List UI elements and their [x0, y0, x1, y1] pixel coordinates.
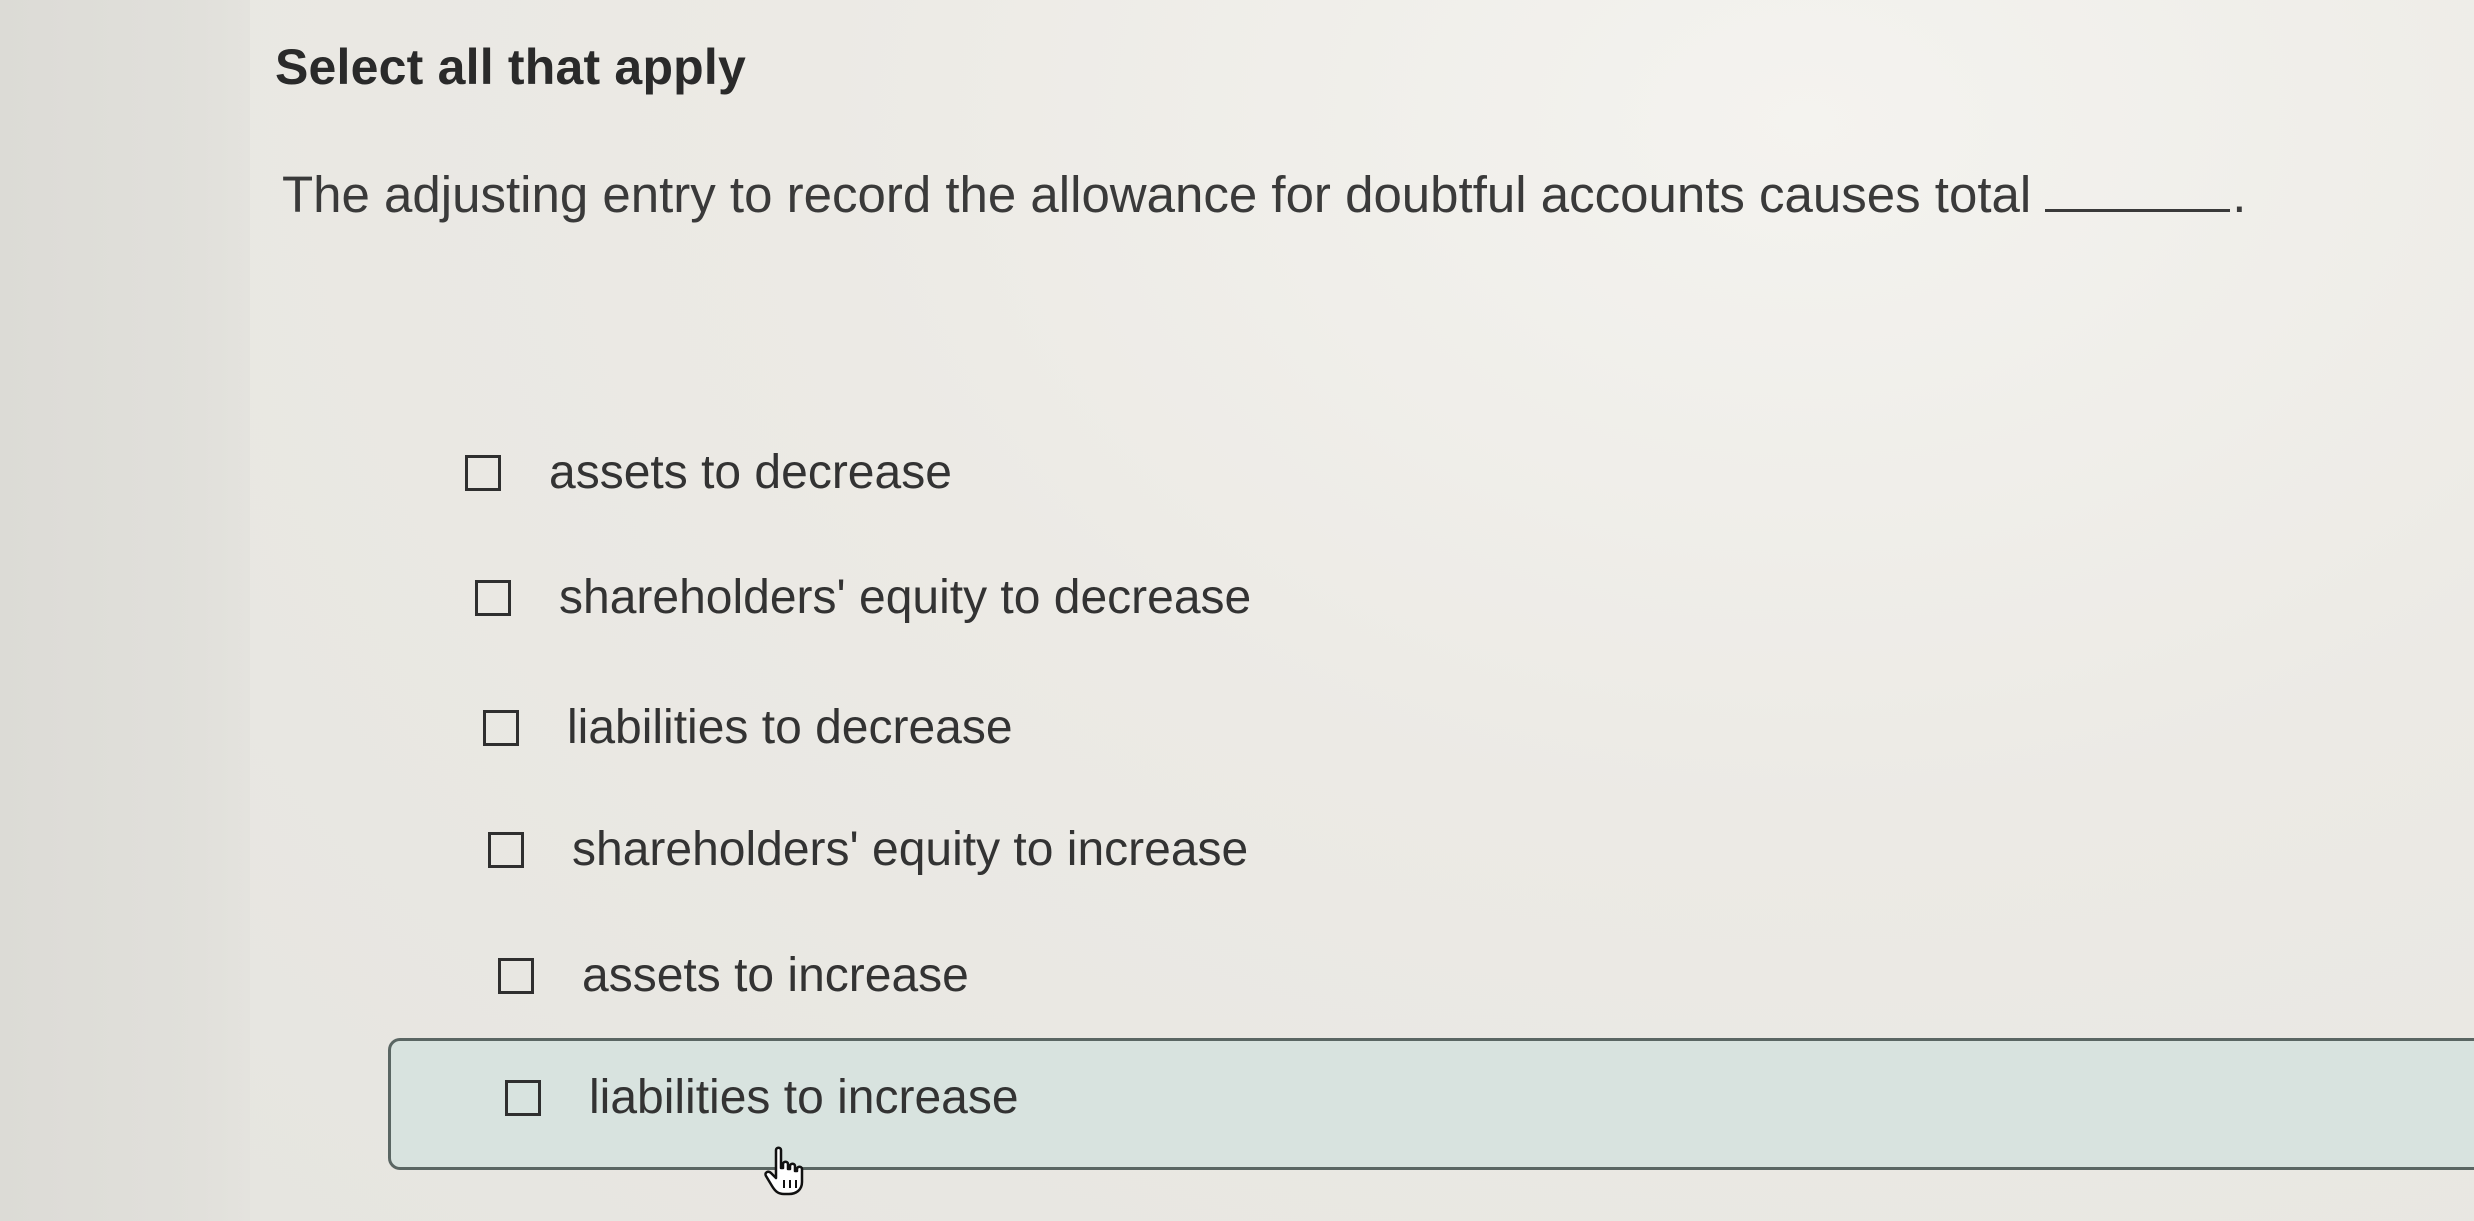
instruction-heading: Select all that apply [275, 39, 747, 95]
checkbox[interactable] [498, 957, 534, 994]
option-shareholders-equity-to-decrease[interactable]: shareholders' equity to decrease [475, 570, 1251, 625]
hand-pointer-icon [764, 1146, 804, 1196]
option-label: shareholders' equity to increase [572, 823, 1249, 876]
option-liabilities-to-increase[interactable]: liabilities to increase [505, 1070, 1019, 1125]
checkbox[interactable] [475, 579, 511, 616]
option-label: assets to increase [582, 949, 969, 1002]
answer-blank [2045, 173, 2231, 212]
left-margin [0, 0, 250, 1221]
question-stem: The adjusting entry to record the allowa… [282, 166, 2032, 223]
checkbox[interactable] [488, 831, 524, 868]
option-label: liabilities to increase [589, 1071, 1019, 1124]
option-liabilities-to-decrease[interactable]: liabilities to decrease [483, 700, 1013, 755]
option-assets-to-increase[interactable]: assets to increase [498, 948, 969, 1003]
option-label: liabilities to decrease [567, 701, 1013, 754]
checkbox[interactable] [483, 709, 519, 746]
question-text: The adjusting entry to record the allowa… [282, 165, 2246, 224]
option-shareholders-equity-to-increase[interactable]: shareholders' equity to increase [488, 822, 1248, 877]
option-assets-to-decrease[interactable]: assets to decrease [465, 445, 952, 500]
checkbox[interactable] [465, 454, 501, 491]
checkbox[interactable] [505, 1079, 541, 1116]
option-label: assets to decrease [549, 446, 952, 499]
option-label: shareholders' equity to decrease [559, 571, 1252, 624]
question-end: . [2232, 166, 2247, 223]
